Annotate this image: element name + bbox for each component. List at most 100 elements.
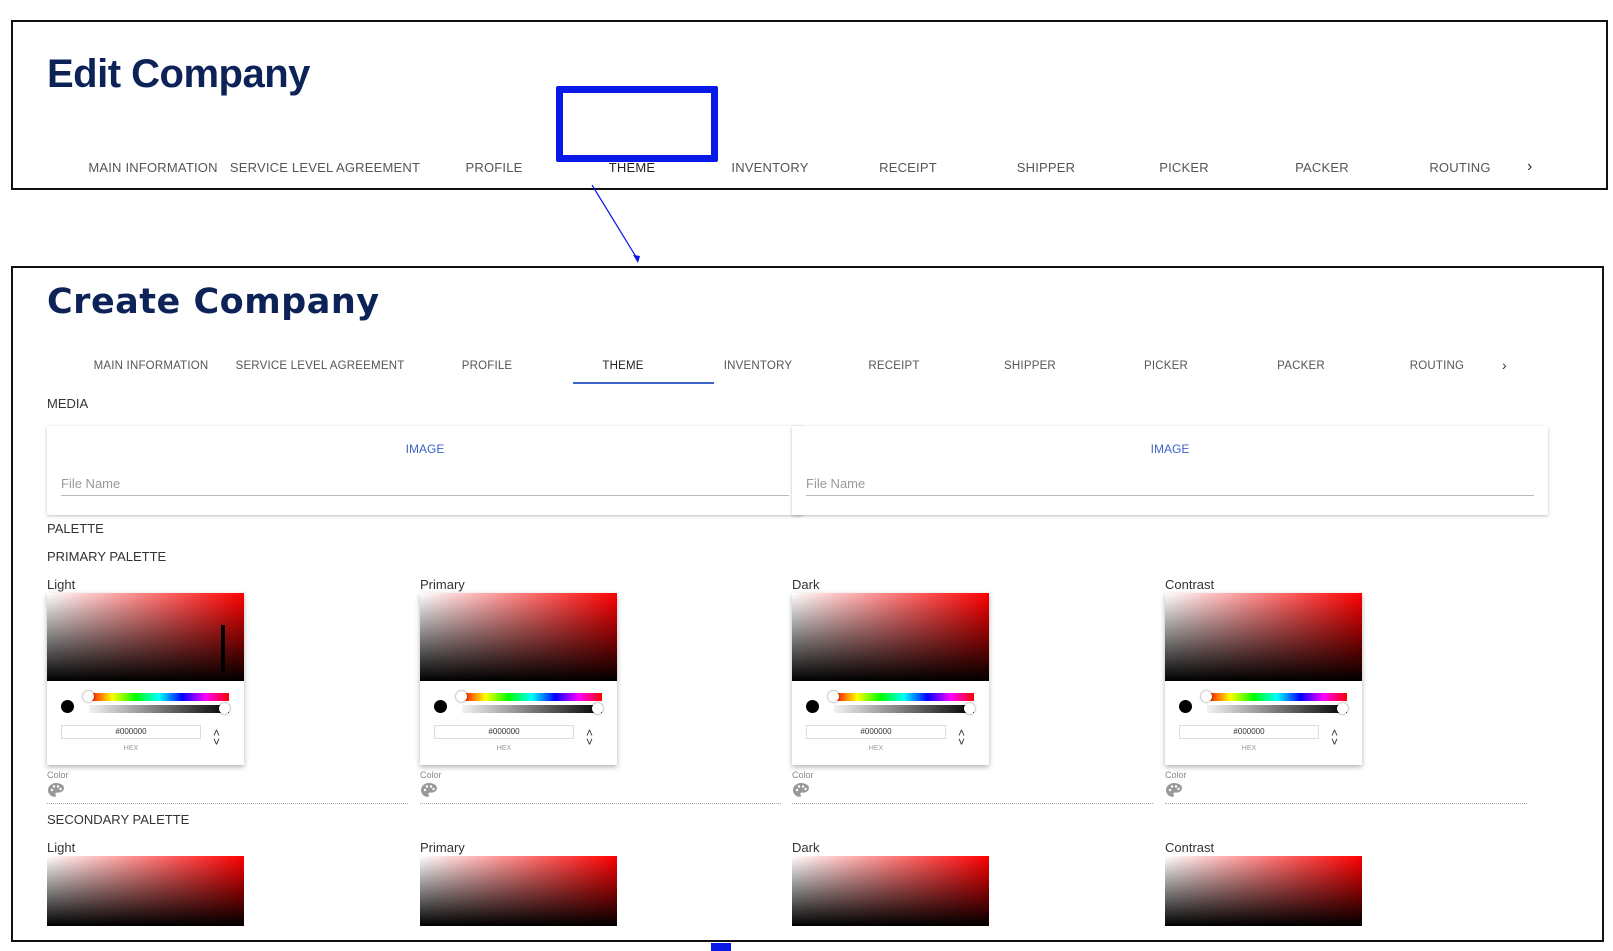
tab-packer[interactable]: PACKER xyxy=(1277,360,1325,372)
alpha-slider[interactable] xyxy=(462,705,602,713)
alpha-slider[interactable] xyxy=(1207,705,1347,713)
color-picker-secondary-contrast[interactable] xyxy=(1165,856,1362,926)
tab-theme[interactable]: THEME xyxy=(609,160,656,175)
edit-company-panel: Edit Company MAIN INFORMATION SERVICE LE… xyxy=(11,20,1608,190)
hex-input[interactable]: #000000 xyxy=(806,725,946,739)
format-toggle-icon[interactable]: ˄ ˅ xyxy=(958,727,965,748)
media-card-2: IMAGE File Name xyxy=(792,426,1548,515)
swatch-label-light: Light xyxy=(47,577,76,592)
tab-receipt[interactable]: RECEIPT xyxy=(868,360,919,372)
swatch-label-dark: Dark xyxy=(792,577,820,592)
tab-picker[interactable]: PICKER xyxy=(1144,360,1188,372)
tab-picker[interactable]: PICKER xyxy=(1159,160,1209,175)
hex-input[interactable]: #000000 xyxy=(434,725,574,739)
palette-icon xyxy=(421,783,437,797)
hex-label: HEX xyxy=(123,745,139,752)
page-title: Create Company xyxy=(47,282,380,322)
color-preview-dot xyxy=(806,700,819,713)
color-picker-primary[interactable]: #000000 HEX ˄ ˅ xyxy=(420,593,617,765)
hex-label: HEX xyxy=(868,745,884,752)
color-field-caption: Color xyxy=(792,770,814,780)
swatch-label-contrast: Contrast xyxy=(1165,577,1215,592)
file-name-field[interactable]: File Name xyxy=(806,476,1534,496)
color-field-caption: Color xyxy=(420,770,442,780)
tab-profile[interactable]: PROFILE xyxy=(462,360,513,372)
tab-inventory[interactable]: INVENTORY xyxy=(724,360,792,372)
tab-shipper[interactable]: SHIPPER xyxy=(1004,360,1056,372)
alpha-slider-knob[interactable] xyxy=(219,703,230,714)
color-field-caption: Color xyxy=(1165,770,1187,780)
tab-bar: MAIN INFORMATION SERVICE LEVEL AGREEMENT… xyxy=(13,357,1602,386)
create-company-panel: Create Company MAIN INFORMATION SERVICE … xyxy=(11,266,1604,942)
alpha-slider-knob[interactable] xyxy=(1337,703,1348,714)
chevron-right-icon[interactable]: › xyxy=(1502,357,1507,373)
alpha-slider-knob[interactable] xyxy=(592,703,603,714)
palette-icon xyxy=(793,783,809,797)
image-upload-button[interactable]: IMAGE xyxy=(792,442,1548,456)
color-picker-contrast[interactable]: #000000 HEX ˄ ˅ xyxy=(1165,593,1362,765)
secondary-palette-label: SECONDARY PALETTE xyxy=(47,812,190,827)
tab-receipt[interactable]: RECEIPT xyxy=(879,160,937,175)
color-picker-secondary-light[interactable] xyxy=(47,856,244,926)
color-preview-dot xyxy=(1179,700,1192,713)
primary-palette-label: PRIMARY PALETTE xyxy=(47,549,167,564)
hue-slider[interactable] xyxy=(462,693,602,701)
active-tab-indicator xyxy=(573,382,714,384)
swatch-label-primary: Primary xyxy=(420,577,465,592)
color-picker-secondary-primary[interactable] xyxy=(420,856,617,926)
page-title: Edit Company xyxy=(47,52,310,96)
color-field-light[interactable]: Color xyxy=(47,770,408,804)
hex-input[interactable]: #000000 xyxy=(61,725,201,739)
format-toggle-icon[interactable]: ˄ ˅ xyxy=(1331,727,1338,748)
swatch-label-contrast: Contrast xyxy=(1165,840,1215,855)
color-field-contrast[interactable]: Color xyxy=(1165,770,1527,804)
tab-shipper[interactable]: SHIPPER xyxy=(1017,160,1075,175)
swatch-label-light: Light xyxy=(47,840,76,855)
hue-slider[interactable] xyxy=(89,693,229,701)
alpha-slider-knob[interactable] xyxy=(964,703,975,714)
alpha-slider[interactable] xyxy=(834,705,974,713)
cursor-marker xyxy=(221,625,225,671)
tab-service-level-agreement[interactable]: SERVICE LEVEL AGREEMENT xyxy=(230,160,420,175)
annotation-arrow xyxy=(591,184,640,263)
image-upload-button[interactable]: IMAGE xyxy=(47,442,803,456)
color-preview-dot xyxy=(434,700,447,713)
tab-profile[interactable]: PROFILE xyxy=(465,160,522,175)
saturation-area[interactable] xyxy=(792,593,989,681)
color-picker-dark[interactable]: #000000 HEX ˄ ˅ xyxy=(792,593,989,765)
format-toggle-icon[interactable]: ˄ ˅ xyxy=(586,727,593,748)
hue-slider[interactable] xyxy=(834,693,974,701)
tab-packer[interactable]: PACKER xyxy=(1295,160,1349,175)
tab-main-information[interactable]: MAIN INFORMATION xyxy=(88,160,217,175)
tab-main-information[interactable]: MAIN INFORMATION xyxy=(94,360,209,372)
hue-slider-knob[interactable] xyxy=(828,691,839,702)
hue-slider-knob[interactable] xyxy=(83,691,94,702)
hex-input[interactable]: #000000 xyxy=(1179,725,1319,739)
hue-slider[interactable] xyxy=(1207,693,1347,701)
color-field-primary[interactable]: Color xyxy=(420,770,781,804)
tab-routing[interactable]: ROUTING xyxy=(1429,160,1490,175)
tab-routing[interactable]: ROUTING xyxy=(1410,360,1464,372)
alpha-slider[interactable] xyxy=(89,705,229,713)
color-picker-secondary-dark[interactable] xyxy=(792,856,989,926)
saturation-area[interactable] xyxy=(420,593,617,681)
saturation-area[interactable] xyxy=(47,593,244,681)
hex-label: HEX xyxy=(496,745,512,752)
chevron-right-icon[interactable]: › xyxy=(1527,158,1532,176)
hue-slider-knob[interactable] xyxy=(456,691,467,702)
color-preview-dot xyxy=(61,700,74,713)
format-toggle-icon[interactable]: ˄ ˅ xyxy=(213,727,220,748)
hue-slider-knob[interactable] xyxy=(1201,691,1212,702)
color-picker-light[interactable]: #000000 HEX ˄ ˅ xyxy=(47,593,244,765)
file-name-field[interactable]: File Name xyxy=(61,476,789,496)
swatch-label-primary: Primary xyxy=(420,840,465,855)
swatch-label-dark: Dark xyxy=(792,840,820,855)
saturation-area[interactable] xyxy=(1165,593,1362,681)
tab-bar: MAIN INFORMATION SERVICE LEVEL AGREEMENT… xyxy=(13,158,1606,180)
color-field-caption: Color xyxy=(47,770,69,780)
tab-service-level-agreement[interactable]: SERVICE LEVEL AGREEMENT xyxy=(236,360,405,372)
tab-theme[interactable]: THEME xyxy=(602,360,643,372)
tab-inventory[interactable]: INVENTORY xyxy=(731,160,808,175)
color-field-dark[interactable]: Color xyxy=(792,770,1153,804)
hex-label: HEX xyxy=(1241,745,1257,752)
